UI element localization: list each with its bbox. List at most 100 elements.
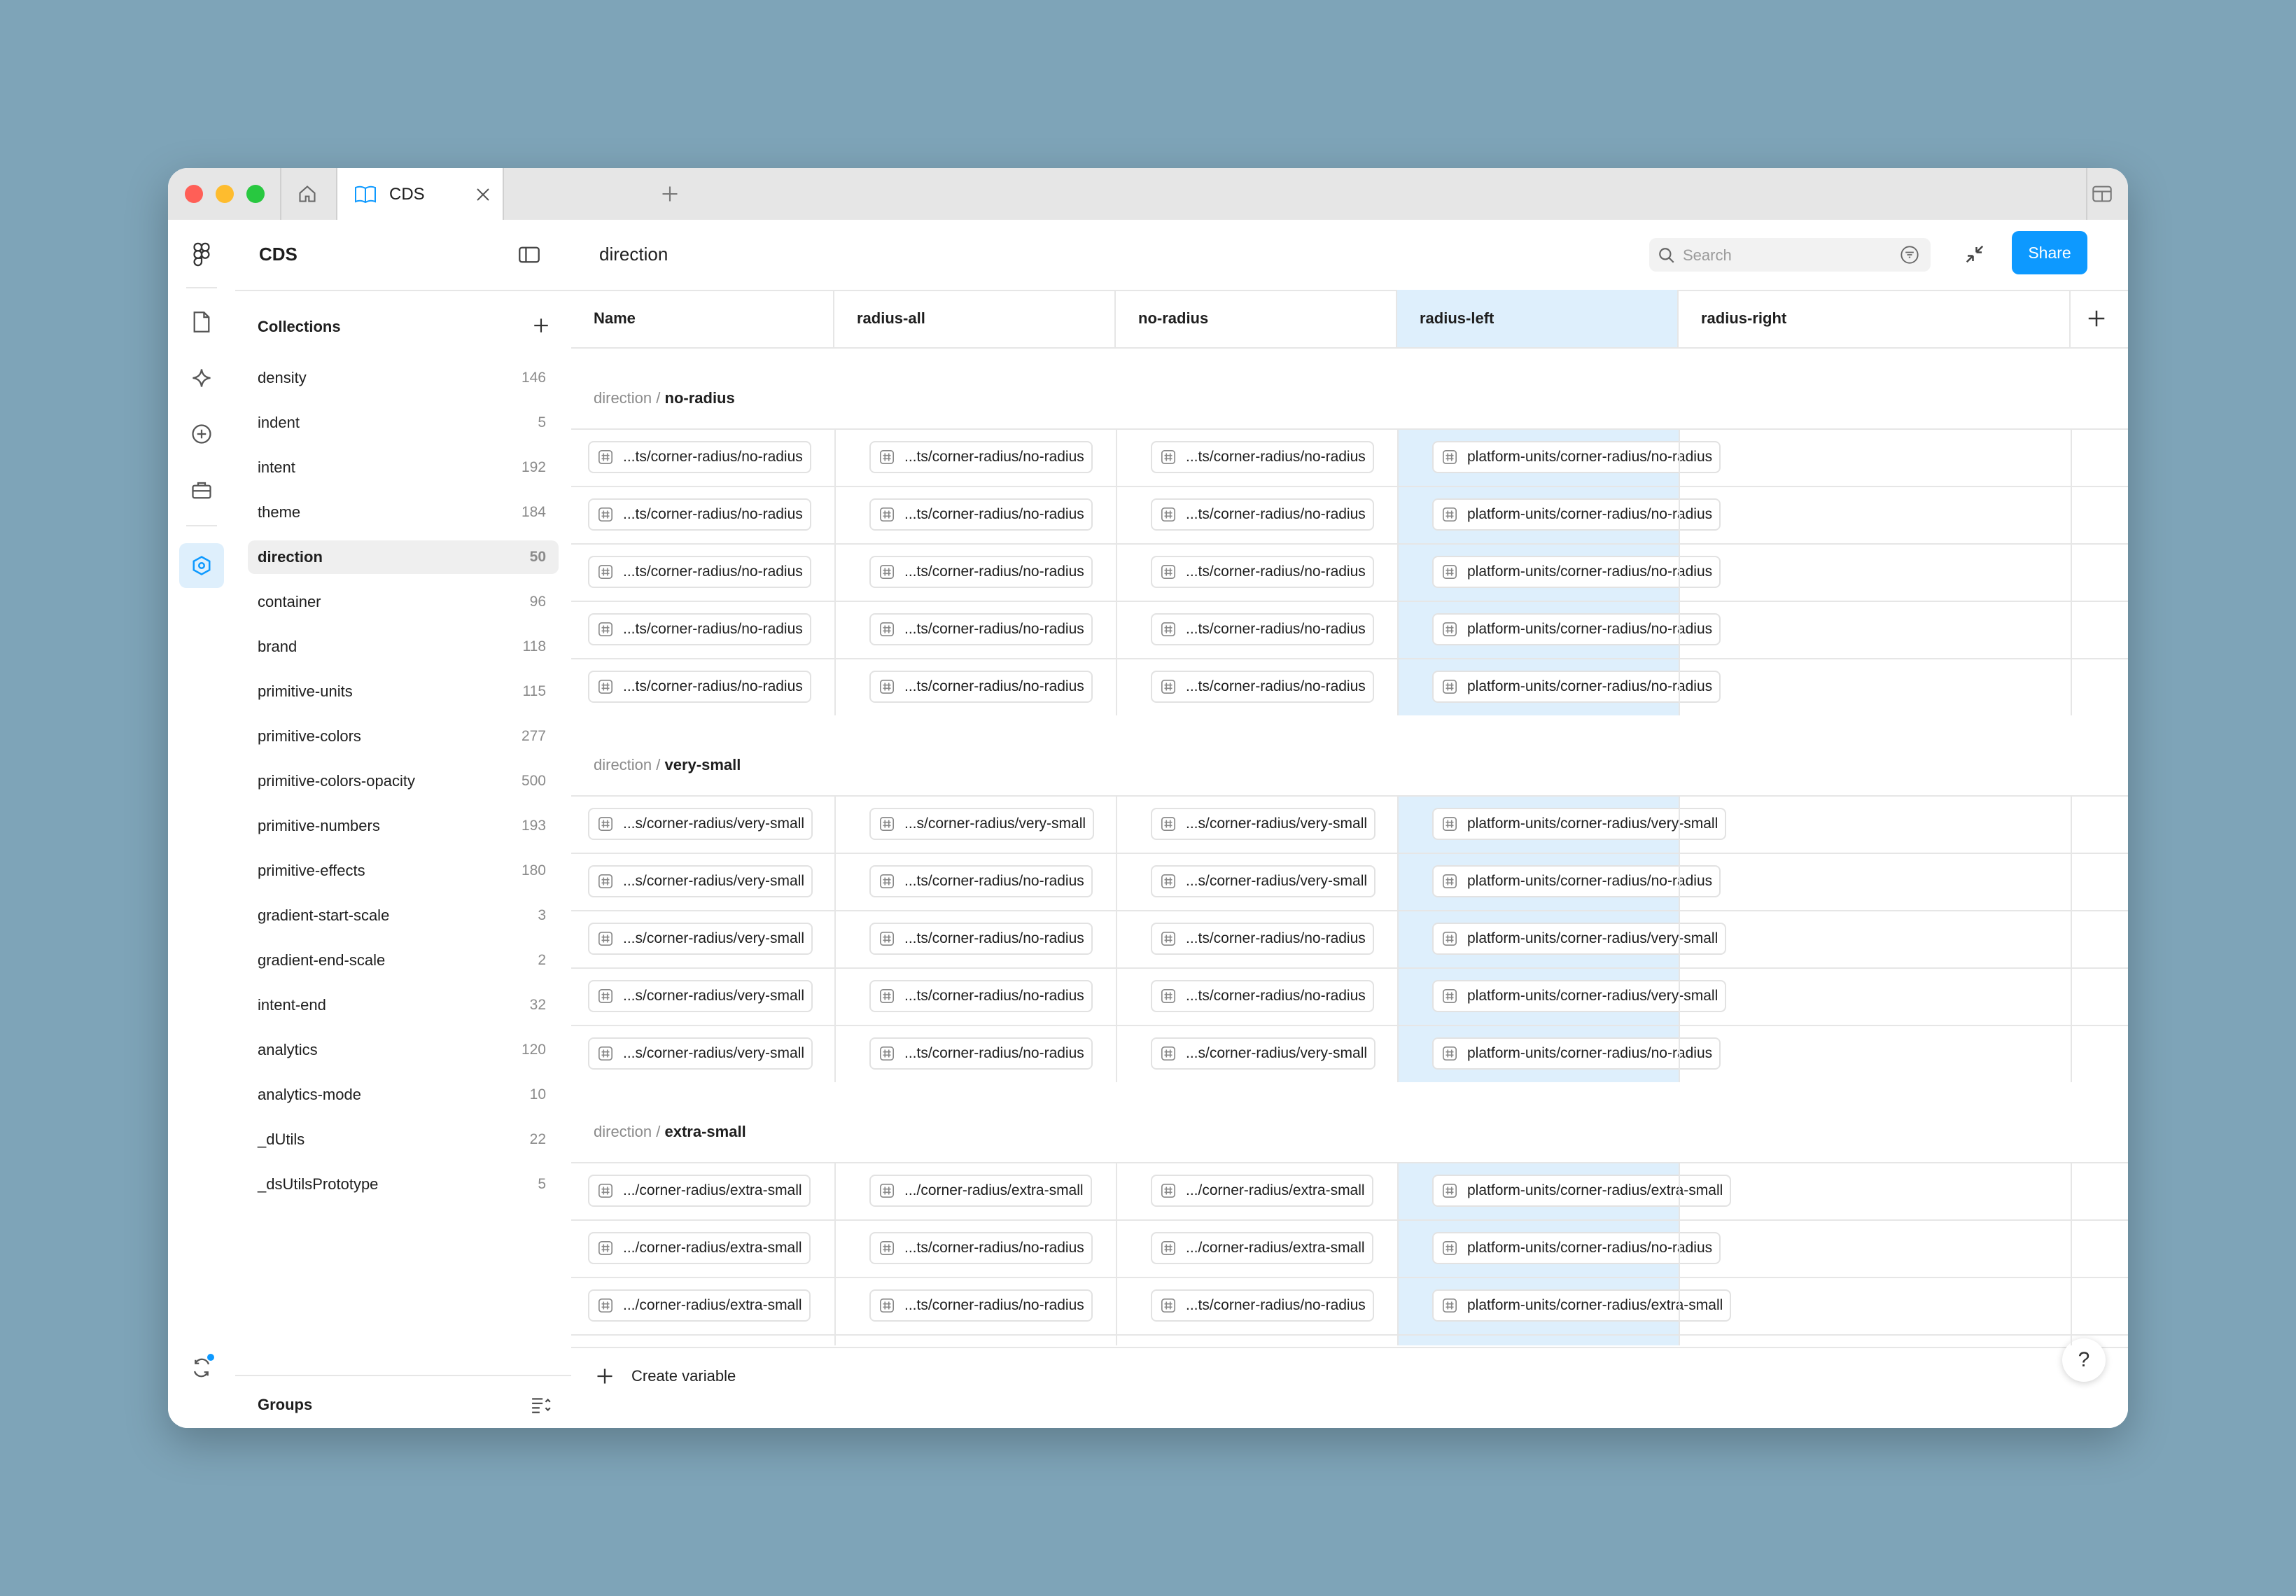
table-row[interactable]: all...ts/corner-radius/no-radius...ts/co… — [571, 428, 2128, 487]
alias-value-chip[interactable]: ...ts/corner-radius/no-radius — [588, 498, 811, 531]
collection-item-analytics[interactable]: analytics 120 — [248, 1033, 559, 1067]
collection-item-analytics-mode[interactable]: analytics-mode 10 — [248, 1078, 559, 1112]
alias-value-chip[interactable]: ...ts/corner-radius/no-radius — [1151, 980, 1374, 1012]
collapse-icon[interactable] — [1964, 244, 1985, 268]
alias-value-chip[interactable]: ...ts/corner-radius/no-radius — [1151, 671, 1374, 703]
alias-value-chip[interactable]: ...ts/corner-radius/no-radius — [869, 613, 1093, 645]
alias-value-chip[interactable]: platform-units/corner-radius/no-radius — [1432, 671, 1721, 703]
alias-value-chip[interactable]: ...s/corner-radius/very-small — [1151, 865, 1376, 897]
collection-item-gradient-start-scale[interactable]: gradient-start-scale 3 — [248, 899, 559, 932]
add-mode-icon[interactable] — [2086, 308, 2107, 332]
plus-circle-icon[interactable] — [183, 416, 220, 452]
alias-value-chip[interactable]: ...ts/corner-radius/no-radius — [588, 556, 811, 588]
collection-item-intent[interactable]: intent 192 — [248, 451, 559, 484]
alias-value-chip[interactable]: .../corner-radius/extra-small — [1151, 1175, 1373, 1207]
alias-value-chip[interactable]: .../corner-radius/extra-small — [588, 1175, 811, 1207]
collection-item-gradient-end-scale[interactable]: gradient-end-scale 2 — [248, 944, 559, 977]
collection-item-primitive-colors[interactable]: primitive-colors 277 — [248, 720, 559, 753]
alias-value-chip[interactable]: platform-units/corner-radius/extra-small — [1432, 1175, 1732, 1207]
group-sort-icon[interactable] — [531, 1396, 552, 1418]
share-button[interactable]: Share — [2012, 231, 2087, 274]
alias-value-chip[interactable]: platform-units/corner-radius/no-radius — [1432, 556, 1721, 588]
alias-value-chip[interactable]: platform-units/corner-radius/very-small — [1432, 923, 1727, 955]
alias-value-chip[interactable]: ...ts/corner-radius/no-radius — [869, 1037, 1093, 1070]
alias-value-chip[interactable]: platform-units/corner-radius/very-small — [1432, 808, 1727, 840]
alias-value-chip[interactable]: ...s/corner-radius/very-small — [588, 923, 813, 955]
sparkle-icon[interactable] — [183, 360, 220, 396]
column-header-radius-all[interactable]: radius-all — [834, 290, 1116, 347]
table-row[interactable]: top-left.../corner-radius/extra-small...… — [571, 1219, 2128, 1278]
collection-item-dsutilsprototype[interactable]: _dsUtilsPrototype 5 — [248, 1168, 559, 1201]
alias-value-chip[interactable]: ...ts/corner-radius/no-radius — [869, 865, 1093, 897]
table-row[interactable]: bottom-right...ts/corner-radius/no-radiu… — [571, 601, 2128, 659]
alias-value-chip[interactable]: .../corner-radius/extra-small — [869, 1175, 1092, 1207]
table-row[interactable]: all.../corner-radius/extra-small.../corn… — [571, 1162, 2128, 1221]
collection-item-primitive-numbers[interactable]: primitive-numbers 193 — [248, 809, 559, 843]
alias-value-chip[interactable]: ...ts/corner-radius/no-radius — [1151, 441, 1374, 473]
minimize-window-button[interactable] — [216, 185, 234, 203]
alias-value-chip[interactable]: ...ts/corner-radius/no-radius — [869, 498, 1093, 531]
figma-logo-icon[interactable] — [183, 237, 220, 273]
alias-value-chip[interactable]: ...ts/corner-radius/no-radius — [869, 980, 1093, 1012]
alias-value-chip[interactable]: ...s/corner-radius/very-small — [1151, 1037, 1376, 1070]
collection-item-brand[interactable]: brand 118 — [248, 630, 559, 664]
column-header-radius-left[interactable]: radius-left — [1397, 290, 1679, 347]
file-icon[interactable] — [183, 304, 220, 340]
table-row[interactable]: top-right...s/corner-radius/very-small..… — [571, 910, 2128, 969]
collection-item-dutils[interactable]: _dUtils 22 — [248, 1123, 559, 1156]
alias-value-chip[interactable]: ...ts/corner-radius/no-radius — [869, 441, 1093, 473]
new-tab-icon[interactable] — [658, 182, 682, 206]
alias-value-chip[interactable]: ...ts/corner-radius/no-radius — [1151, 498, 1374, 531]
collection-item-primitive-effects[interactable]: primitive-effects 180 — [248, 854, 559, 888]
alias-value-chip[interactable]: .../corner-radius/extra-small — [588, 1232, 811, 1264]
alias-value-chip[interactable]: ...ts/corner-radius/no-radius — [869, 556, 1093, 588]
table-row[interactable]: bottom-left...ts/corner-radius/no-radius… — [571, 658, 2128, 717]
alias-value-chip[interactable]: ...ts/corner-radius/no-radius — [1151, 923, 1374, 955]
tab-cds[interactable]: CDS — [336, 168, 504, 221]
column-header-radius-right[interactable]: radius-right — [1679, 290, 2071, 347]
alias-value-chip[interactable]: ...ts/corner-radius/no-radius — [588, 441, 811, 473]
column-header-name[interactable]: Name — [571, 290, 834, 347]
create-variable-button[interactable]: Create variable — [595, 1362, 736, 1390]
add-collection-icon[interactable] — [532, 316, 550, 338]
alias-value-chip[interactable]: ...ts/corner-radius/no-radius — [1151, 1289, 1374, 1322]
alias-value-chip[interactable]: ...ts/corner-radius/no-radius — [869, 671, 1093, 703]
column-header-no-radius[interactable]: no-radius — [1116, 290, 1397, 347]
alias-value-chip[interactable]: ...ts/corner-radius/no-radius — [1151, 556, 1374, 588]
close-window-button[interactable] — [185, 185, 203, 203]
collection-item-direction[interactable]: direction 50 — [248, 540, 559, 574]
collection-item-primitive-colors-opacity[interactable]: primitive-colors-opacity 500 — [248, 764, 559, 798]
collection-item-intent-end[interactable]: intent-end 32 — [248, 988, 559, 1022]
alias-value-chip[interactable]: platform-units/corner-radius/no-radius — [1432, 498, 1721, 531]
alias-value-chip[interactable]: ...s/corner-radius/very-small — [588, 865, 813, 897]
table-row[interactable]: bottom-left...s/corner-radius/very-small… — [571, 1025, 2128, 1084]
alias-value-chip[interactable]: platform-units/corner-radius/no-radius — [1432, 441, 1721, 473]
alias-value-chip[interactable]: platform-units/corner-radius/extra-small — [1432, 1289, 1732, 1322]
table-row[interactable]: top-left...ts/corner-radius/no-radius...… — [571, 486, 2128, 545]
collection-item-container[interactable]: container 96 — [248, 585, 559, 619]
alias-value-chip[interactable]: platform-units/corner-radius/no-radius — [1432, 865, 1721, 897]
alias-value-chip[interactable]: platform-units/corner-radius/no-radius — [1432, 1037, 1721, 1070]
search-input[interactable] — [1681, 242, 1894, 269]
table-row[interactable]: top-right...ts/corner-radius/no-radius..… — [571, 543, 2128, 602]
collection-item-theme[interactable]: theme 184 — [248, 496, 559, 529]
alias-value-chip[interactable]: ...s/corner-radius/very-small — [869, 808, 1095, 840]
table-row[interactable]: bottom-right.../corner-radius/extra-smal… — [571, 1334, 2128, 1345]
alias-value-chip[interactable]: ...ts/corner-radius/no-radius — [869, 1232, 1093, 1264]
variables-icon[interactable] — [179, 543, 224, 588]
alias-value-chip[interactable]: ...s/corner-radius/very-small — [588, 980, 813, 1012]
collection-item-density[interactable]: density 146 — [248, 361, 559, 395]
alias-value-chip[interactable]: ...ts/corner-radius/no-radius — [588, 613, 811, 645]
home-icon[interactable] — [295, 182, 319, 206]
alias-value-chip[interactable]: ...ts/corner-radius/no-radius — [1151, 613, 1374, 645]
sync-icon[interactable] — [183, 1350, 220, 1386]
table-row[interactable]: bottom-right...s/corner-radius/very-smal… — [571, 967, 2128, 1026]
alias-value-chip[interactable]: .../corner-radius/extra-small — [588, 1289, 811, 1322]
alias-value-chip[interactable]: ...s/corner-radius/very-small — [1151, 808, 1376, 840]
alias-value-chip[interactable]: .../corner-radius/extra-small — [1151, 1232, 1373, 1264]
filter-icon[interactable] — [1900, 245, 1919, 268]
collection-item-indent[interactable]: indent 5 — [248, 406, 559, 440]
zoom-window-button[interactable] — [246, 185, 265, 203]
briefcase-icon[interactable] — [183, 472, 220, 508]
alias-value-chip[interactable]: platform-units/corner-radius/no-radius — [1432, 1232, 1721, 1264]
